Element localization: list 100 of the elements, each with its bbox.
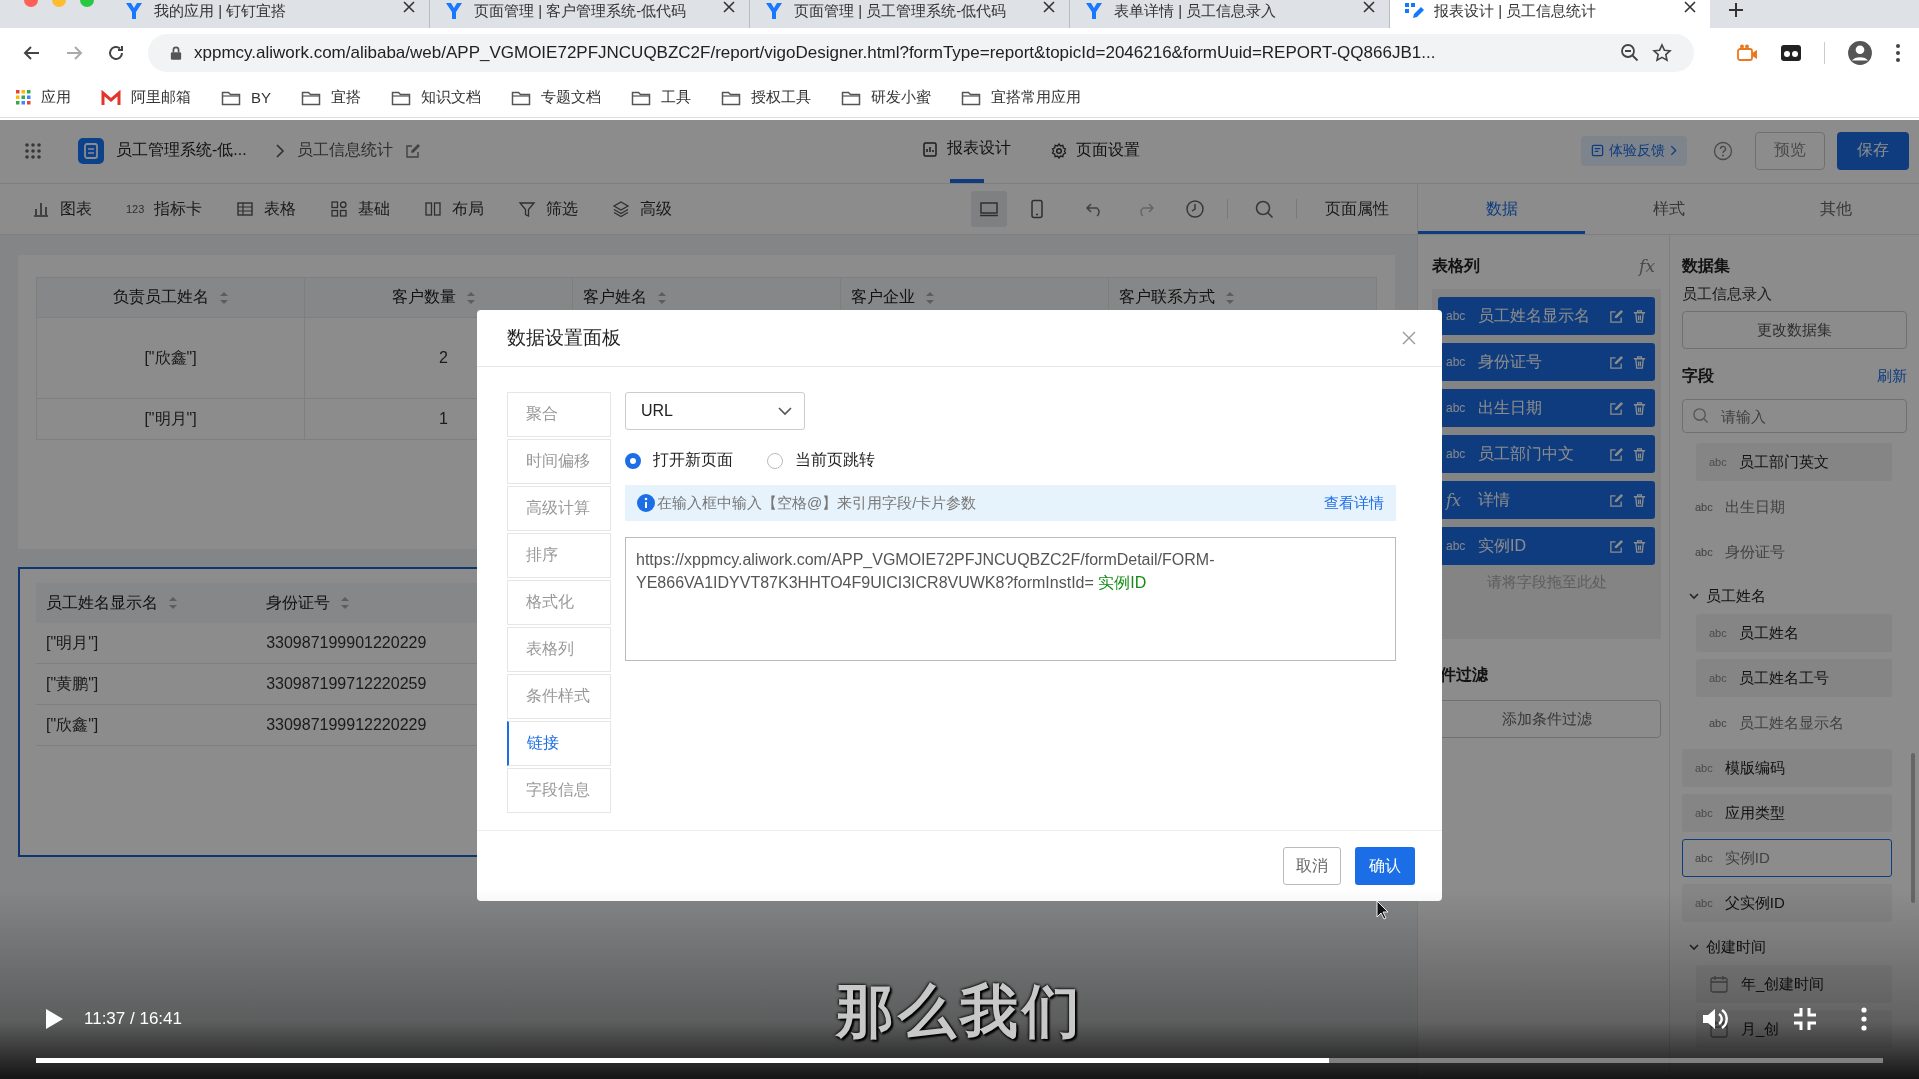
zoom-out-icon[interactable] bbox=[1620, 43, 1640, 63]
address-bar[interactable]: xppmcy.aliwork.com/alibaba/web/APP_VGMOIE72PFJNCUQBZC2F/report/vigoDesigner.html?formType=report&topicId=2046216&formUuid=REPORT-QQ866JB1... bbox=[148, 34, 1694, 72]
settings-nav-item[interactable]: 时间偏移 bbox=[507, 439, 611, 484]
more-icon[interactable] bbox=[1861, 1007, 1867, 1031]
url-field[interactable]: https://xppmcy.aliwork.com/APP_VGMOIE72PFJNCUQBZC2F/formDetail/FORM-YE866VA1IDYVT87K3HHTO4F9UICI3ICR8VUWK8?formInstId= 实例ID bbox=[625, 537, 1396, 661]
link-type-select[interactable]: URL bbox=[625, 392, 805, 430]
browser-tab[interactable]: 我的应用 | 钉钉宜搭 bbox=[110, 0, 430, 28]
trash-icon[interactable] bbox=[1632, 538, 1647, 554]
field-item[interactable]: abc 模版编码 bbox=[1682, 749, 1892, 787]
desktop-view-button[interactable] bbox=[971, 191, 1007, 227]
settings-nav-item[interactable]: 格式化 bbox=[507, 580, 611, 625]
bookmark[interactable]: 阿里邮箱 bbox=[101, 88, 191, 107]
settings-nav-item[interactable]: 高级计算 bbox=[507, 486, 611, 531]
help-icon[interactable] bbox=[1713, 140, 1733, 161]
volume-icon[interactable] bbox=[1701, 1006, 1729, 1032]
close-icon[interactable] bbox=[403, 1, 415, 13]
radio-option[interactable]: 打开新页面 bbox=[625, 450, 733, 471]
settings-nav-item[interactable]: 字段信息 bbox=[507, 768, 611, 813]
more-icon[interactable] bbox=[1895, 43, 1901, 63]
close-icon[interactable] bbox=[723, 1, 735, 13]
search-field[interactable]: 请输入 bbox=[1682, 399, 1907, 433]
camera-extension-icon[interactable] bbox=[1736, 43, 1758, 63]
component-button[interactable]: 高级 bbox=[608, 198, 677, 220]
column-header[interactable]: 客户数量 bbox=[304, 277, 573, 318]
glasses-extension-icon[interactable] bbox=[1780, 43, 1802, 63]
formula-button[interactable]: fx bbox=[1639, 256, 1655, 276]
edit-icon[interactable] bbox=[404, 142, 421, 159]
field-group[interactable]: 创建时间 bbox=[1682, 929, 1892, 965]
scrollbar[interactable] bbox=[1911, 753, 1915, 903]
history-icon[interactable] bbox=[1185, 199, 1205, 219]
bookmark[interactable]: 授权工具 bbox=[721, 88, 811, 107]
settings-nav-item[interactable]: 聚合 bbox=[507, 392, 611, 437]
field-token[interactable]: 实例ID bbox=[1098, 574, 1147, 591]
star-icon[interactable] bbox=[1652, 43, 1672, 63]
sort-icon[interactable] bbox=[925, 289, 935, 306]
component-button[interactable]: 图表 bbox=[28, 198, 96, 220]
field-item[interactable]: abc 员工姓名 bbox=[1696, 614, 1892, 652]
panel-tab[interactable]: 数据 bbox=[1418, 184, 1585, 234]
sort-icon[interactable] bbox=[466, 289, 476, 306]
app-grid-icon[interactable] bbox=[24, 141, 42, 160]
component-button[interactable]: 123 指标卡 bbox=[122, 198, 207, 220]
bookmark[interactable]: 宜搭 bbox=[301, 88, 361, 107]
preview-button[interactable]: 预览 bbox=[1755, 131, 1825, 170]
browser-tab[interactable]: 页面管理 | 客户管理系统-低代码 bbox=[430, 0, 750, 28]
close-icon[interactable] bbox=[1363, 1, 1375, 13]
browser-tab[interactable]: 页面管理 | 员工管理系统-低代码 bbox=[750, 0, 1070, 28]
new-tab-icon[interactable] bbox=[1728, 2, 1744, 18]
field-item[interactable]: abc 应用类型 bbox=[1682, 794, 1892, 832]
change-dataset-button[interactable]: 更改数据集 bbox=[1682, 311, 1907, 349]
settings-nav-item[interactable]: 排序 bbox=[507, 533, 611, 578]
bookmark[interactable]: 工具 bbox=[631, 88, 691, 107]
field-item[interactable]: 月_创 bbox=[1696, 1010, 1892, 1048]
exit-fullscreen-icon[interactable] bbox=[1793, 1007, 1817, 1031]
field-group[interactable]: 员工姓名 bbox=[1682, 578, 1892, 614]
column-header[interactable]: 负责员工姓名 bbox=[36, 277, 305, 318]
search-icon[interactable] bbox=[1254, 199, 1274, 219]
close-icon[interactable] bbox=[1043, 1, 1055, 13]
sort-icon[interactable] bbox=[1225, 289, 1235, 306]
bookmark[interactable]: 应用 bbox=[16, 88, 71, 107]
confirm-button[interactable]: 确认 bbox=[1355, 847, 1415, 885]
field-item[interactable]: 年_创建时间 bbox=[1696, 965, 1892, 1003]
settings-nav-item[interactable]: 表格列 bbox=[507, 627, 611, 672]
details-link[interactable]: 查看详情 bbox=[1324, 493, 1384, 513]
panel-tab[interactable]: 其他 bbox=[1752, 184, 1919, 234]
trash-icon[interactable] bbox=[1632, 492, 1647, 508]
play-icon[interactable] bbox=[44, 1008, 64, 1030]
settings-nav-item[interactable]: 链接 bbox=[507, 721, 611, 766]
sort-icon[interactable] bbox=[657, 289, 667, 306]
component-button[interactable]: 筛选 bbox=[514, 198, 583, 220]
trash-icon[interactable] bbox=[1632, 446, 1647, 462]
component-button[interactable]: 表格 bbox=[232, 198, 301, 220]
bookmark[interactable]: 专题文档 bbox=[511, 88, 601, 107]
bookmark[interactable]: BY bbox=[221, 89, 271, 106]
app-name[interactable]: 员工管理系统-低... bbox=[116, 140, 247, 161]
sort-icon[interactable] bbox=[168, 595, 178, 611]
trash-icon[interactable] bbox=[1632, 354, 1647, 370]
refresh-link[interactable]: 刷新 bbox=[1877, 366, 1907, 386]
component-button[interactable]: 基础 bbox=[326, 198, 395, 220]
profile-avatar-icon[interactable] bbox=[1847, 40, 1873, 66]
close-icon[interactable] bbox=[1684, 1, 1696, 13]
bookmark[interactable]: 知识文档 bbox=[391, 88, 481, 107]
radio-button[interactable] bbox=[625, 452, 641, 469]
column-header[interactable]: 员工姓名显示名 bbox=[36, 583, 257, 623]
video-progress-bar[interactable] bbox=[36, 1058, 1883, 1063]
bookmark[interactable]: 研发小蜜 bbox=[841, 88, 931, 107]
browser-tab[interactable]: 报表设计 | 员工信息统计 bbox=[1390, 0, 1710, 28]
field-item[interactable]: abc 员工部门英文 bbox=[1696, 443, 1892, 481]
save-button[interactable]: 保存 bbox=[1837, 131, 1909, 170]
trash-icon[interactable] bbox=[1632, 400, 1647, 416]
trash-icon[interactable] bbox=[1632, 308, 1647, 324]
sort-icon[interactable] bbox=[218, 289, 229, 306]
feedback-button[interactable]: 体验反馈 bbox=[1581, 135, 1687, 166]
page-properties-button[interactable]: 页面属性 bbox=[1319, 197, 1395, 221]
field-item[interactable]: abc 员工姓名工号 bbox=[1696, 659, 1892, 697]
cancel-button[interactable]: 取消 bbox=[1283, 847, 1341, 885]
reload-icon[interactable] bbox=[106, 43, 126, 63]
bookmark[interactable]: 宜搭常用应用 bbox=[961, 88, 1081, 107]
radio-option[interactable]: 当前页跳转 bbox=[767, 450, 875, 471]
column-item[interactable]: abc 员工姓名显示名 bbox=[1438, 297, 1655, 335]
header-tab[interactable]: 页面设置 bbox=[1050, 118, 1140, 183]
